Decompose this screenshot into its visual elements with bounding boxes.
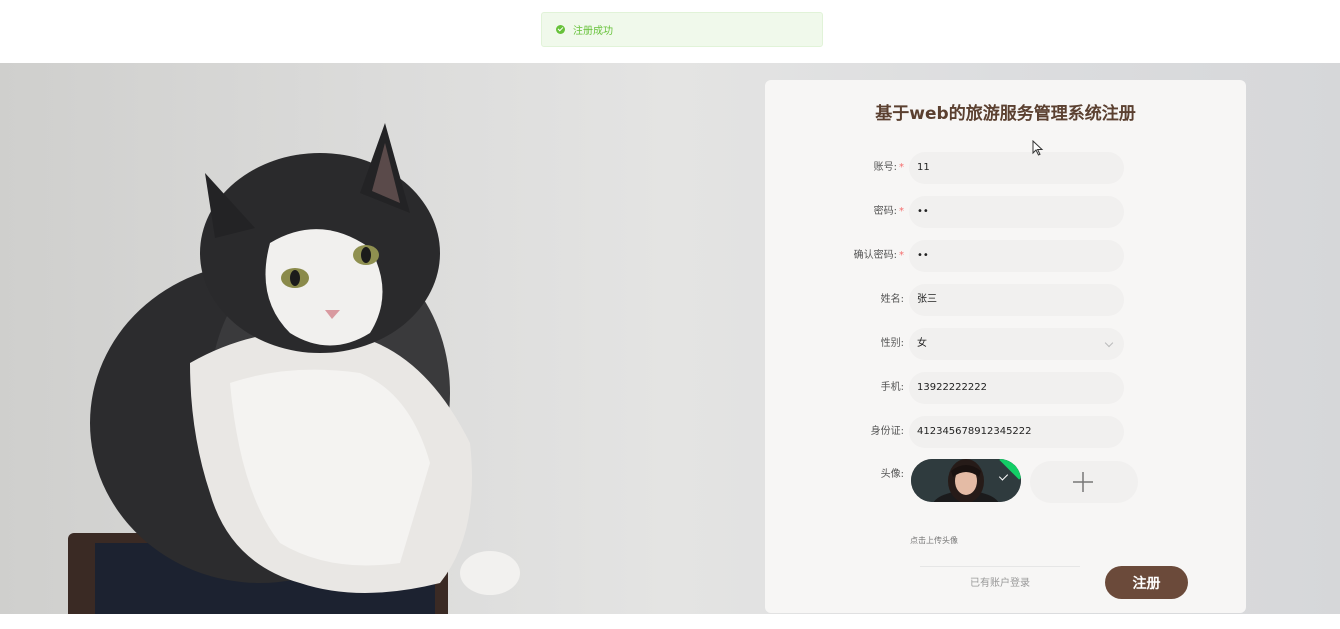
name-input[interactable]: 张三	[909, 284, 1124, 316]
account-field: 账号: * 11	[829, 152, 1124, 184]
avatar-thumbnail[interactable]	[911, 459, 1021, 502]
id-card-label: 身份证:	[870, 426, 904, 437]
page-footer	[0, 614, 1340, 629]
confirm-password-field: 确认密码: * ••	[829, 240, 1124, 272]
cat-photo	[68, 123, 520, 614]
chevron-down-icon	[1104, 338, 1114, 348]
register-button[interactable]: 注册	[1105, 566, 1188, 599]
avatar-label: 头像:	[880, 469, 904, 480]
password-field: 密码: * ••	[829, 196, 1124, 228]
form-title: 基于web的旅游服务管理系统注册	[875, 104, 1136, 124]
phone-input[interactable]: 13922222222	[909, 372, 1124, 404]
gender-label: 性别:	[880, 338, 904, 349]
success-check-icon	[556, 25, 565, 34]
name-label: 姓名:	[880, 294, 904, 305]
toast-message: 注册成功	[573, 26, 613, 37]
plus-icon	[1073, 472, 1093, 492]
id-card-input[interactable]: 412345678912345222	[909, 416, 1124, 448]
confirm-password-label: 确认密码: *	[853, 250, 904, 261]
name-field: 姓名: 张三	[829, 284, 1124, 316]
gender-value: 女	[917, 338, 927, 349]
avatar-uploader[interactable]	[1030, 461, 1138, 503]
password-input[interactable]: ••	[909, 196, 1124, 228]
id-card-field: 身份证: 412345678912345222	[829, 416, 1124, 448]
gender-select[interactable]: 女	[909, 328, 1124, 360]
success-toast: 注册成功	[541, 12, 823, 47]
phone-field: 手机: 13922222222	[829, 372, 1124, 404]
account-input[interactable]: 11	[909, 152, 1124, 184]
gender-field: 性别: 女	[829, 328, 1124, 360]
account-label: 账号: *	[873, 162, 904, 173]
phone-label: 手机:	[880, 382, 904, 393]
login-link[interactable]: 已有账户登录	[920, 566, 1080, 599]
mouse-cursor-icon	[1032, 140, 1044, 156]
confirm-password-input[interactable]: ••	[909, 240, 1124, 272]
upload-hint: 点击上传头像	[910, 536, 958, 545]
password-label: 密码: *	[873, 206, 904, 217]
